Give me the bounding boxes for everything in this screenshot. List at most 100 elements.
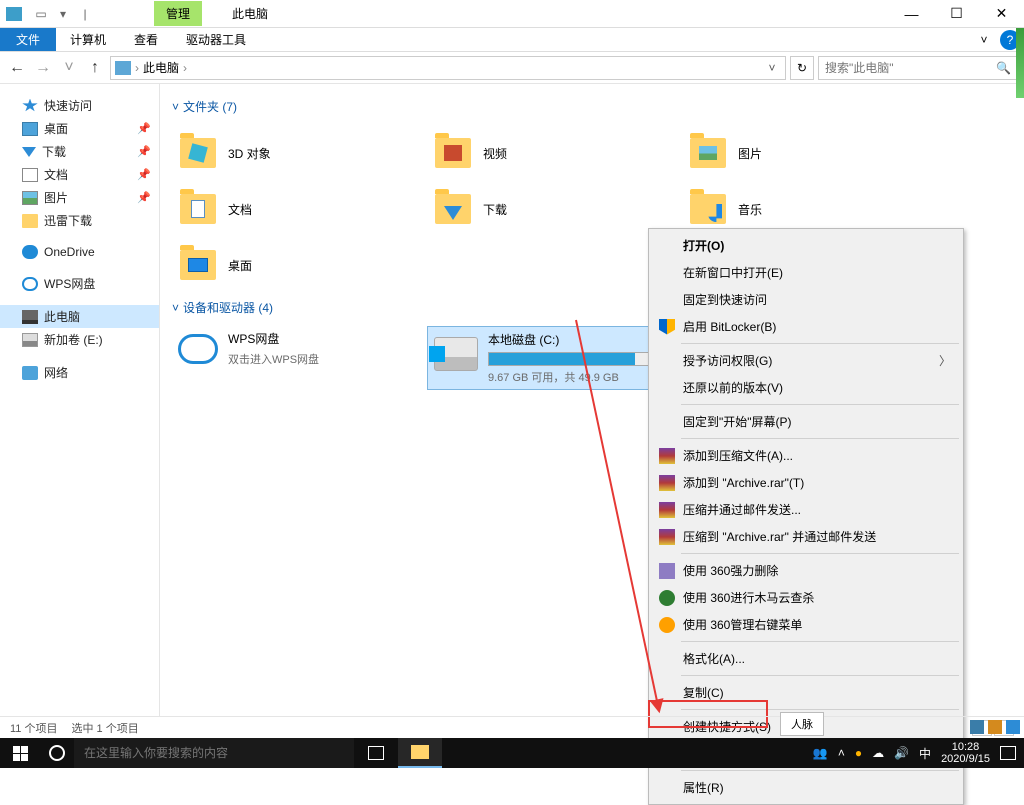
ctx-pin-start[interactable]: 固定到"开始"屏幕(P) (651, 408, 961, 435)
taskbar-search-input[interactable] (74, 738, 354, 768)
maximize-button[interactable]: ☐ (934, 0, 979, 28)
360-icon (659, 563, 675, 579)
tray-expand-icon[interactable]: ˄ (838, 746, 845, 760)
pin-icon: 📌 (137, 145, 151, 158)
taskbar-clock[interactable]: 10:28 2020/9/15 (941, 741, 990, 765)
ctx-bitlocker[interactable]: 启用 BitLocker(B) (651, 313, 961, 340)
nav-new-volume[interactable]: 新加卷 (E:) (0, 328, 159, 351)
ctx-properties[interactable]: 属性(R) (651, 774, 961, 801)
qat-dropdown-icon[interactable]: ▾ (54, 5, 72, 23)
forward-button[interactable]: → (32, 57, 54, 79)
ctx-format[interactable]: 格式化(A)... (651, 645, 961, 672)
folder-pictures[interactable]: 图片 (682, 125, 937, 181)
clock-date: 2020/9/15 (941, 753, 990, 765)
group-folders-header[interactable]: 文件夹 (7) (172, 98, 1012, 115)
nav-downloads[interactable]: 下载📌 (0, 140, 159, 163)
tool-icon[interactable] (988, 720, 1002, 734)
ctx-add-rar[interactable]: 添加到 "Archive.rar"(T) (651, 469, 961, 496)
ime-indicator[interactable]: 中 (919, 745, 931, 762)
nav-onedrive[interactable]: OneDrive (0, 242, 159, 262)
ctx-add-archive[interactable]: 添加到压缩文件(A)... (651, 442, 961, 469)
recent-dropdown-icon[interactable]: ˅ (58, 57, 80, 79)
nav-documents[interactable]: 文档📌 (0, 163, 159, 186)
nav-network[interactable]: 网络 (0, 361, 159, 384)
ctx-open-new-window[interactable]: 在新窗口中打开(E) (651, 259, 961, 286)
address-dropdown-icon[interactable]: ˅ (763, 61, 781, 75)
taskbar: 👥 ˄ ● ☁ 🔊 中 10:28 2020/9/15 (0, 738, 1024, 768)
360-icon (659, 590, 675, 606)
pin-icon: 📌 (137, 122, 151, 135)
explorer-icon (411, 745, 429, 759)
window-title: 此电脑 (232, 5, 268, 22)
ctx-360-scan[interactable]: 使用 360进行木马云查杀 (651, 584, 961, 611)
folder-3d-objects[interactable]: 3D 对象 (172, 125, 427, 181)
ctx-pin-quick-access[interactable]: 固定到快速访问 (651, 286, 961, 313)
status-selected-count: 选中 1 个项目 (71, 720, 138, 736)
cortana-button[interactable] (40, 745, 74, 761)
folder-videos[interactable]: 视频 (427, 125, 682, 181)
tool-icon[interactable] (970, 720, 984, 734)
drive-c[interactable]: 本地磁盘 (C:) 9.67 GB 可用，共 49.9 GB (427, 326, 682, 390)
ribbon-view-tab[interactable]: 查看 (120, 28, 172, 51)
drive-icon (434, 337, 478, 371)
nav-pictures[interactable]: 图片📌 (0, 186, 159, 209)
volume-icon[interactable]: 🔊 (894, 746, 909, 760)
ctx-previous-versions[interactable]: 还原以前的版本(V) (651, 374, 961, 401)
taskbar-explorer[interactable] (398, 738, 442, 768)
system-tray: 👥 ˄ ● ☁ 🔊 中 10:28 2020/9/15 (805, 741, 1024, 765)
ribbon-expand-icon[interactable]: ˅ (972, 28, 996, 51)
breadcrumb-sep: › (135, 61, 139, 75)
network-icon (22, 366, 38, 380)
nav-quick-access[interactable]: 快速访问 (0, 94, 159, 117)
cloud-icon (22, 277, 38, 291)
rar-icon (659, 529, 675, 545)
qat-separator: | (76, 5, 94, 23)
qat-properties-icon[interactable]: ▭ (32, 5, 50, 23)
start-button[interactable] (0, 738, 40, 768)
ctx-open[interactable]: 打开(O) (651, 232, 961, 259)
cloud-sync-icon[interactable]: ☁ (872, 746, 884, 760)
nav-xunlei[interactable]: 迅雷下载 (0, 209, 159, 232)
tool-icon[interactable] (1006, 720, 1020, 734)
ctx-360-force-delete[interactable]: 使用 360强力删除 (651, 557, 961, 584)
ribbon-drive-tools-tab[interactable]: 驱动器工具 (172, 28, 260, 51)
folder-downloads[interactable]: 下载 (427, 181, 682, 237)
address-bar[interactable]: › 此电脑 › ˅ (110, 56, 786, 80)
search-input[interactable] (825, 61, 996, 75)
360-icon (659, 617, 675, 633)
back-button[interactable]: ← (6, 57, 28, 79)
rar-icon (659, 475, 675, 491)
folder-documents[interactable]: 文档 (172, 181, 427, 237)
star-icon (22, 99, 38, 113)
search-box[interactable]: 🔍 (818, 56, 1018, 80)
security-icon[interactable]: ● (855, 746, 862, 760)
nav-wps[interactable]: WPS网盘 (0, 272, 159, 295)
task-view-button[interactable] (354, 738, 398, 768)
rar-icon (659, 502, 675, 518)
quick-access-toolbar: ▭ ▾ | (32, 5, 94, 23)
up-button[interactable]: ↑ (84, 57, 106, 79)
minimize-button[interactable]: ― (889, 0, 934, 28)
ribbon-contextual-tab[interactable]: 管理 (154, 1, 202, 26)
close-button[interactable]: ✕ (979, 0, 1024, 28)
action-center-icon[interactable] (1000, 746, 1016, 760)
ctx-grant-access[interactable]: 授予访问权限(G)〉 (651, 347, 961, 374)
drive-icon (22, 333, 38, 347)
ctx-360-manage-menu[interactable]: 使用 360管理右键菜单 (651, 611, 961, 638)
refresh-button[interactable]: ↻ (790, 56, 814, 80)
cortana-icon (49, 745, 65, 761)
drive-wps[interactable]: WPS网盘双击进入WPS网盘 (172, 326, 427, 390)
ribbon-file-tab[interactable]: 文件 (0, 28, 56, 51)
folder-desktop[interactable]: 桌面 (172, 237, 427, 293)
breadcrumb-location[interactable]: 此电脑 (143, 59, 179, 76)
ctx-separator (681, 438, 959, 439)
people-tooltip: 人脉 (780, 712, 824, 736)
search-icon[interactable]: 🔍 (996, 61, 1011, 75)
people-icon[interactable]: 👥 (813, 746, 828, 760)
nav-this-pc[interactable]: 此电脑 (0, 305, 159, 328)
document-icon (22, 168, 38, 182)
ctx-compress-rar-mail[interactable]: 压缩到 "Archive.rar" 并通过邮件发送 (651, 523, 961, 550)
nav-desktop[interactable]: 桌面📌 (0, 117, 159, 140)
ctx-compress-mail[interactable]: 压缩并通过邮件发送... (651, 496, 961, 523)
ribbon-computer-tab[interactable]: 计算机 (56, 28, 120, 51)
